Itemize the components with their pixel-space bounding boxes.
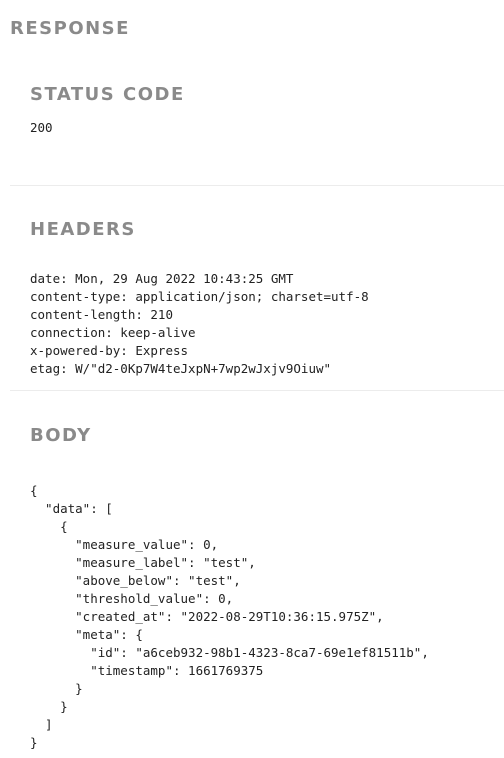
body-line: "created_at": "2022-08-29T10:36:15.975Z"… — [30, 609, 384, 624]
status-code-value: 200 — [30, 120, 53, 135]
header-line-content-type: content-type: application/json; charset=… — [30, 289, 369, 304]
body-line: "timestamp": 1661769375 — [30, 663, 264, 678]
section-divider — [10, 390, 504, 391]
body-line: { — [30, 519, 68, 534]
body-line: "threshold_value": 0, — [30, 591, 234, 606]
header-line-content-length: content-length: 210 — [30, 307, 173, 322]
header-line-date: date: Mon, 29 Aug 2022 10:43:25 GMT — [30, 271, 294, 286]
body-line: "measure_label": "test", — [30, 555, 256, 570]
body-line: } — [30, 699, 68, 714]
body-line: } — [30, 735, 38, 750]
body-line: } — [30, 681, 83, 696]
headers-title: HEADERS — [30, 219, 136, 240]
header-line-x-powered-by: x-powered-by: Express — [30, 343, 189, 358]
body-line: "meta": { — [30, 627, 143, 642]
body-json-block[interactable]: { "data": [ { "measure_value": 0, "measu… — [30, 464, 429, 752]
body-line: "measure_value": 0, — [30, 537, 219, 552]
body-line: "above_below": "test", — [30, 573, 241, 588]
body-line: "id": "a6ceb932-98b1-4323-8ca7-69e1ef815… — [30, 645, 429, 660]
header-line-etag: etag: W/"d2-0Kp7W4teJxpN+7wp2wJxjv9Oiuw" — [30, 361, 332, 376]
body-line: "data": [ — [30, 501, 113, 516]
body-title: BODY — [30, 425, 92, 446]
headers-block[interactable]: date: Mon, 29 Aug 2022 10:43:25 GMT cont… — [30, 252, 369, 378]
body-line: { — [30, 483, 38, 498]
response-title: RESPONSE — [10, 18, 130, 39]
section-divider — [10, 185, 504, 186]
status-code-title: STATUS CODE — [30, 84, 185, 105]
header-line-connection: connection: keep-alive — [30, 325, 196, 340]
body-line: ] — [30, 717, 53, 732]
